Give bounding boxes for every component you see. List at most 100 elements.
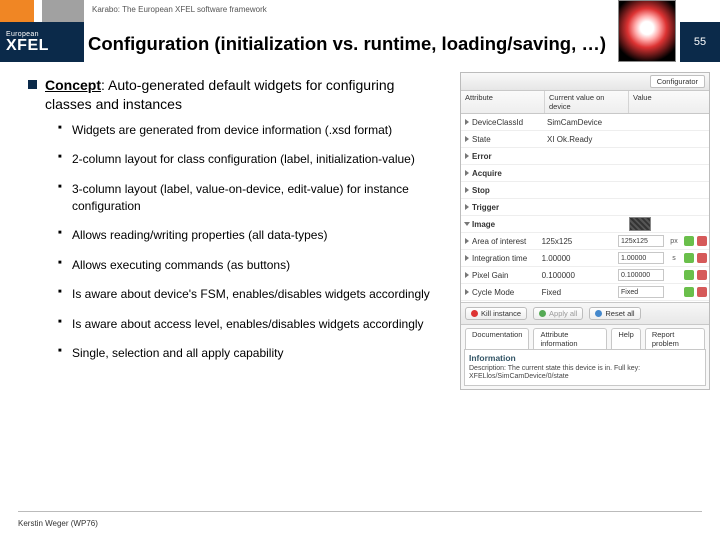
col-value: Value bbox=[629, 91, 709, 113]
info-heading: Information bbox=[469, 353, 701, 363]
image-thumbnail bbox=[629, 217, 651, 231]
cancel-icon[interactable] bbox=[697, 236, 707, 246]
attr-label: State bbox=[472, 135, 491, 144]
cancel-icon[interactable] bbox=[697, 270, 707, 280]
value-cell: 1.00000s bbox=[618, 252, 709, 264]
panel-rows: DeviceClassIdSimCamDeviceStateXI Ok.Read… bbox=[461, 114, 709, 302]
list-item: Allows reading/writing properties (all d… bbox=[58, 227, 440, 244]
value-cell: 125x125px bbox=[618, 235, 709, 247]
square-bullet-icon bbox=[28, 80, 37, 89]
table-row[interactable]: Acquire bbox=[461, 165, 709, 182]
value-input[interactable]: 125x125 bbox=[618, 235, 664, 247]
tab-help[interactable]: Help bbox=[611, 328, 640, 349]
table-row[interactable]: Area of interest125x125125x125px bbox=[461, 233, 709, 250]
cancel-icon[interactable] bbox=[697, 253, 707, 263]
list-item: Allows executing commands (as buttons) bbox=[58, 257, 440, 274]
xfel-logo: European XFEL bbox=[0, 22, 84, 62]
tab-configurator[interactable]: Configurator bbox=[650, 75, 705, 88]
value-input[interactable]: 1.00000 bbox=[618, 252, 664, 264]
topbar: Karabo: The European XFEL software frame… bbox=[0, 0, 720, 22]
check-icon bbox=[539, 310, 546, 317]
table-row[interactable]: Error bbox=[461, 148, 709, 165]
list-item: 2-column layout for class configuration … bbox=[58, 151, 440, 168]
disclosure-triangle-icon[interactable] bbox=[465, 136, 469, 142]
doc-area: Documentation Attribute information Help… bbox=[461, 324, 709, 390]
table-row[interactable]: Cycle Mode FixedFixed bbox=[461, 284, 709, 301]
kill-instance-button[interactable]: Kill instance bbox=[465, 307, 527, 320]
disclosure-triangle-icon[interactable] bbox=[464, 222, 470, 226]
disclosure-triangle-icon[interactable] bbox=[465, 119, 469, 125]
disclosure-triangle-icon[interactable] bbox=[465, 187, 469, 193]
value-input[interactable]: Fixed bbox=[618, 286, 664, 298]
list-item: Single, selection and all apply capabili… bbox=[58, 345, 440, 362]
kill-instance-label: Kill instance bbox=[481, 309, 521, 318]
table-row[interactable]: Integration time 1.000001.00000s bbox=[461, 250, 709, 267]
attr-label: Integration time bbox=[472, 254, 527, 263]
table-row[interactable]: Pixel Gain0.1000000.100000 bbox=[461, 267, 709, 284]
check-icon[interactable] bbox=[684, 253, 694, 263]
footer-divider bbox=[18, 511, 702, 512]
value-cell: 0.100000 bbox=[618, 269, 709, 281]
disclosure-triangle-icon[interactable] bbox=[465, 170, 469, 176]
attr-label: Area of interest bbox=[472, 237, 526, 246]
disclosure-triangle-icon[interactable] bbox=[465, 255, 469, 261]
disclosure-triangle-icon[interactable] bbox=[465, 272, 469, 278]
doc-tabs: Documentation Attribute information Help… bbox=[461, 325, 709, 349]
attr-label: Stop bbox=[472, 186, 490, 195]
col-attribute: Attribute bbox=[461, 91, 545, 113]
table-row[interactable]: DeviceClassIdSimCamDevice bbox=[461, 114, 709, 131]
apply-all-button[interactable]: Apply all bbox=[533, 307, 583, 320]
panel-column-headers: Attribute Current value on device Value bbox=[461, 91, 709, 114]
value-input[interactable]: 0.100000 bbox=[618, 269, 664, 281]
check-icon[interactable] bbox=[684, 287, 694, 297]
table-row[interactable]: Stop bbox=[461, 182, 709, 199]
slide-title: Configuration (initialization vs. runtim… bbox=[88, 33, 606, 55]
value-cell bbox=[629, 217, 709, 231]
attr-label: Cycle Mode bbox=[472, 288, 514, 297]
list-item: 3-column layout (label, value-on-device,… bbox=[58, 181, 440, 216]
tab-report-problem[interactable]: Report problem bbox=[645, 328, 705, 349]
disclosure-triangle-icon[interactable] bbox=[465, 153, 469, 159]
title-row: Configuration (initialization vs. runtim… bbox=[88, 30, 672, 58]
brand-color-block bbox=[0, 0, 84, 22]
current-value: 0.100000 bbox=[540, 271, 618, 280]
concept-lead: Concept bbox=[45, 77, 101, 93]
attr-label: Image bbox=[472, 220, 495, 229]
cancel-icon[interactable] bbox=[697, 287, 707, 297]
topbar-label: Karabo: The European XFEL software frame… bbox=[92, 5, 267, 14]
reset-all-button[interactable]: Reset all bbox=[589, 307, 640, 320]
reset-icon bbox=[595, 310, 602, 317]
disclosure-triangle-icon[interactable] bbox=[465, 289, 469, 295]
disclosure-triangle-icon[interactable] bbox=[465, 238, 469, 244]
panel-tab-strip: Configurator bbox=[461, 73, 709, 91]
list-item: Is aware about access level, enables/dis… bbox=[58, 316, 440, 333]
page-number: 55 bbox=[680, 22, 720, 62]
unit-label: px bbox=[667, 238, 681, 245]
info-box: Information Description: The current sta… bbox=[464, 349, 706, 387]
logo-line2: XFEL bbox=[6, 38, 84, 54]
tab-documentation[interactable]: Documentation bbox=[465, 328, 529, 349]
reset-all-label: Reset all bbox=[605, 309, 634, 318]
attr-label: DeviceClassId bbox=[472, 118, 523, 127]
info-body: Description: The current state this devi… bbox=[469, 365, 701, 383]
disclosure-triangle-icon[interactable] bbox=[465, 204, 469, 210]
table-row[interactable]: Image bbox=[461, 216, 709, 233]
tab-attr-info[interactable]: Attribute information bbox=[533, 328, 607, 349]
unit-label: s bbox=[667, 255, 681, 262]
check-icon[interactable] bbox=[684, 236, 694, 246]
configurator-panel: Configurator Attribute Current value on … bbox=[460, 72, 710, 390]
concept-text: Concept: Auto-generated default widgets … bbox=[45, 76, 440, 114]
bullet-list: Widgets are generated from device inform… bbox=[58, 122, 440, 363]
table-row[interactable]: StateXI Ok.Ready bbox=[461, 131, 709, 148]
check-icon[interactable] bbox=[684, 270, 694, 280]
list-item: Is aware about device's FSM, enables/dis… bbox=[58, 286, 440, 303]
attr-label: Trigger bbox=[472, 203, 499, 212]
panel-button-bar: Kill instance Apply all Reset all bbox=[461, 302, 709, 324]
current-value: 125x125 bbox=[540, 237, 618, 246]
concept-row: Concept: Auto-generated default widgets … bbox=[28, 76, 440, 114]
current-value: Fixed bbox=[540, 288, 618, 297]
attr-label: Error bbox=[472, 152, 492, 161]
attr-label: Acquire bbox=[472, 169, 502, 178]
footer-author: Kerstin Weger (WP76) bbox=[18, 519, 98, 528]
table-row[interactable]: Trigger bbox=[461, 199, 709, 216]
